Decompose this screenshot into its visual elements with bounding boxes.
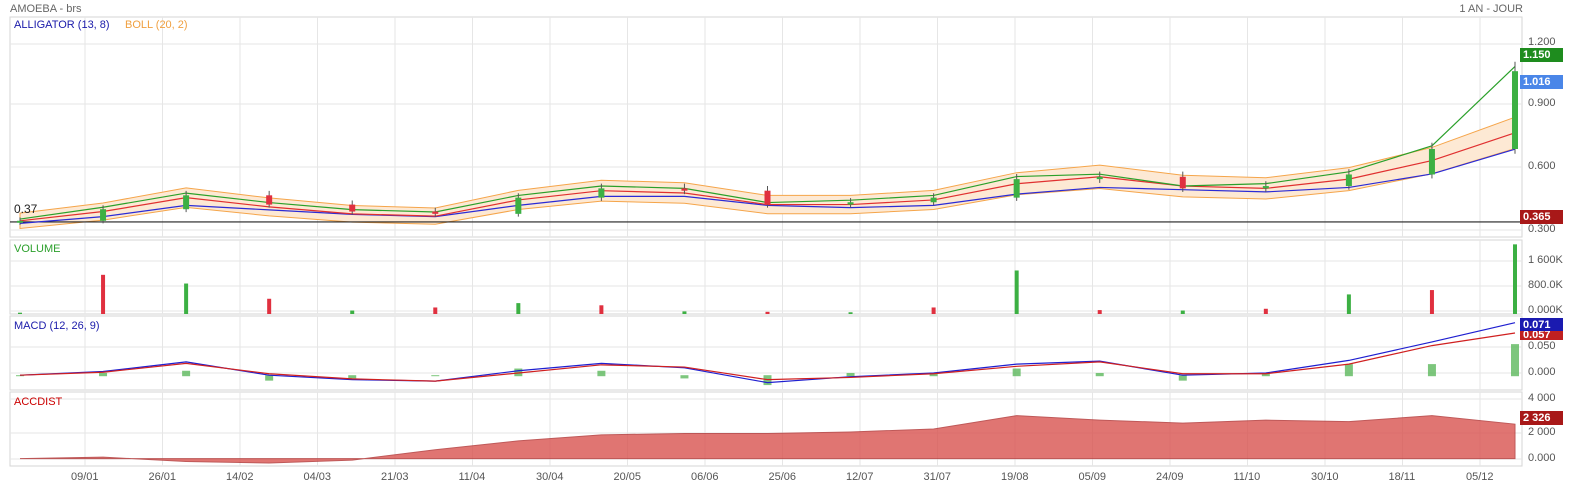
candle-body xyxy=(764,190,771,205)
volume-bar xyxy=(1263,308,1268,314)
volume-tick: 800.0K xyxy=(1528,279,1563,291)
macd-tag: 0.071 xyxy=(1520,318,1563,332)
x-tick-label: 30/04 xyxy=(536,471,564,483)
macd-histogram-bar xyxy=(1012,368,1021,377)
candle-body xyxy=(432,211,439,214)
macd-histogram-bar xyxy=(597,370,606,377)
macd-histogram-bar xyxy=(1178,375,1187,381)
macd-histogram-bar xyxy=(680,375,689,379)
volume-bar xyxy=(516,303,521,314)
macd-histogram-bar xyxy=(431,375,440,377)
volume-panel-frame xyxy=(9,239,1523,315)
macd-histogram-bar xyxy=(846,372,855,377)
volume-bar xyxy=(848,312,853,314)
candle-body xyxy=(1345,174,1352,187)
support-label: 0.37 xyxy=(14,202,38,216)
x-tick-label: 21/03 xyxy=(381,471,409,483)
volume-bar xyxy=(184,283,189,314)
accdist-tick: 2 000 xyxy=(1528,426,1556,438)
volume-bar xyxy=(18,312,22,314)
macd-histogram-bar xyxy=(99,372,108,377)
candle-body xyxy=(515,197,522,214)
accdist-tick: 4 000 xyxy=(1528,392,1556,404)
volume-bar xyxy=(267,298,272,314)
macd-tick: 0.000 xyxy=(1528,366,1556,378)
macd-histogram-bar xyxy=(1344,364,1353,377)
price-tick: 1.200 xyxy=(1528,36,1556,48)
x-tick-label: 20/05 xyxy=(613,471,642,483)
alligator-label[interactable]: ALLIGATOR (13, 8) xyxy=(14,19,110,31)
candle-body xyxy=(1013,179,1020,198)
x-tick-label: 09/01 xyxy=(71,471,99,483)
accdist-tag: 2 326 xyxy=(1520,411,1563,425)
macd-histogram-bar xyxy=(1095,372,1104,377)
high-price-tag: 1.150 xyxy=(1520,48,1563,62)
x-tick-label: 25/06 xyxy=(768,471,797,483)
x-tick-label: 26/01 xyxy=(148,471,177,483)
x-tick-label: 24/09 xyxy=(1156,471,1184,483)
x-tick-label: 05/09 xyxy=(1078,471,1107,483)
volume-bar xyxy=(1429,290,1434,314)
candle-body xyxy=(1096,176,1103,180)
price-tick: 0.900 xyxy=(1528,97,1556,109)
x-tick-label: 11/10 xyxy=(1233,471,1261,483)
x-tick-label: 04/03 xyxy=(303,471,332,483)
candle-body xyxy=(681,188,688,191)
support-price-tag: 0.365 xyxy=(1520,210,1563,224)
volume-bar xyxy=(1097,310,1102,314)
candle-body xyxy=(598,188,605,198)
macd-histogram-bar xyxy=(348,375,357,379)
last-price-tag: 1.016 xyxy=(1520,75,1563,89)
x-tick-label: 14/02 xyxy=(226,471,254,483)
x-tick-label: 19/08 xyxy=(1001,471,1029,483)
chart-title: AMOEBA - brs xyxy=(10,3,82,15)
x-tick-label: 06/06 xyxy=(691,471,719,483)
volume-bar xyxy=(931,307,936,314)
x-tick-label: 11/04 xyxy=(458,471,486,483)
volume-tick: 1 600K xyxy=(1528,254,1563,266)
macd-label[interactable]: MACD (12, 26, 9) xyxy=(14,320,100,332)
volume-bar xyxy=(1014,270,1019,314)
x-tick-label: 30/10 xyxy=(1311,471,1339,483)
candle-body xyxy=(266,195,273,205)
volume-bar xyxy=(682,311,687,314)
macd-histogram-bar xyxy=(182,370,191,377)
volume-bar xyxy=(350,310,355,314)
signal-tag: 0.057 xyxy=(1520,331,1563,340)
accdist-tick: 0.000 xyxy=(1528,452,1556,464)
candle-body xyxy=(100,209,107,221)
candle-body xyxy=(349,204,356,212)
x-tick-label: 18/11 xyxy=(1388,471,1416,483)
candle-body xyxy=(1428,149,1435,175)
volume-bar xyxy=(101,274,106,314)
macd-tick: 0.050 xyxy=(1528,340,1556,352)
candle-body xyxy=(1179,176,1186,189)
volume-bar xyxy=(433,307,438,314)
period-label[interactable]: 1 AN - JOUR xyxy=(1459,3,1523,15)
volume-bar xyxy=(599,305,604,314)
macd-histogram-bar xyxy=(1427,364,1436,377)
boll-label[interactable]: BOLL (20, 2) xyxy=(125,19,188,31)
accdist-label[interactable]: ACCDIST xyxy=(14,396,62,408)
volume-label[interactable]: VOLUME xyxy=(14,243,60,255)
candle-body xyxy=(847,202,854,205)
candle-body xyxy=(1262,186,1269,189)
volume-bar xyxy=(765,311,770,314)
volume-bar xyxy=(1513,244,1517,314)
x-tick-label: 05/12 xyxy=(1466,471,1494,483)
volume-bar xyxy=(1346,294,1351,314)
x-tick-label: 12/07 xyxy=(846,471,874,483)
price-tick: 0.300 xyxy=(1528,223,1556,235)
candle-body xyxy=(17,220,23,223)
x-tick-label: 31/07 xyxy=(923,471,952,483)
volume-tick: 0.000K xyxy=(1528,304,1563,316)
volume-bar xyxy=(1180,310,1185,314)
candle-body xyxy=(930,197,937,203)
chart-canvas xyxy=(9,16,1523,467)
candle-body xyxy=(1512,71,1518,149)
macd-histogram-bar xyxy=(1511,344,1519,377)
macd-histogram-bar xyxy=(265,375,274,381)
price-tick: 0.600 xyxy=(1528,160,1556,172)
candle-body xyxy=(183,195,190,210)
